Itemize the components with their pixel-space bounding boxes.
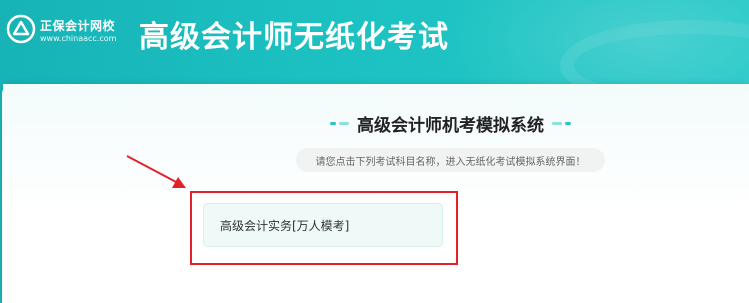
exam-subject-button[interactable]: 高级会计实务[万人模考] [203, 203, 443, 247]
title-deco-left-line [339, 121, 349, 125]
chinaacc-logo-icon[interactable] [6, 14, 36, 44]
instruction-hint: 请您点击下列考试科目名称，进入无纸化考试模拟系统界面！ [296, 148, 605, 172]
logo-name[interactable]: 正保会计网校 [40, 17, 115, 34]
system-title: 高级会计师机考模拟系统 [357, 115, 544, 136]
title-deco-left-dash [330, 121, 336, 125]
annotation-arrow-icon [126, 155, 186, 188]
page-title: 高级会计师无纸化考试 [139, 20, 449, 55]
title-deco-right-dash [565, 121, 571, 125]
system-title-row: 高级会计师机考模拟系统 [330, 112, 571, 136]
title-deco-right-line [552, 121, 562, 125]
page-header: 正保会计网校 www.chinaacc.com 高级会计师无纸化考试 [0, 0, 749, 84]
logo-url: www.chinaacc.com [40, 34, 117, 43]
